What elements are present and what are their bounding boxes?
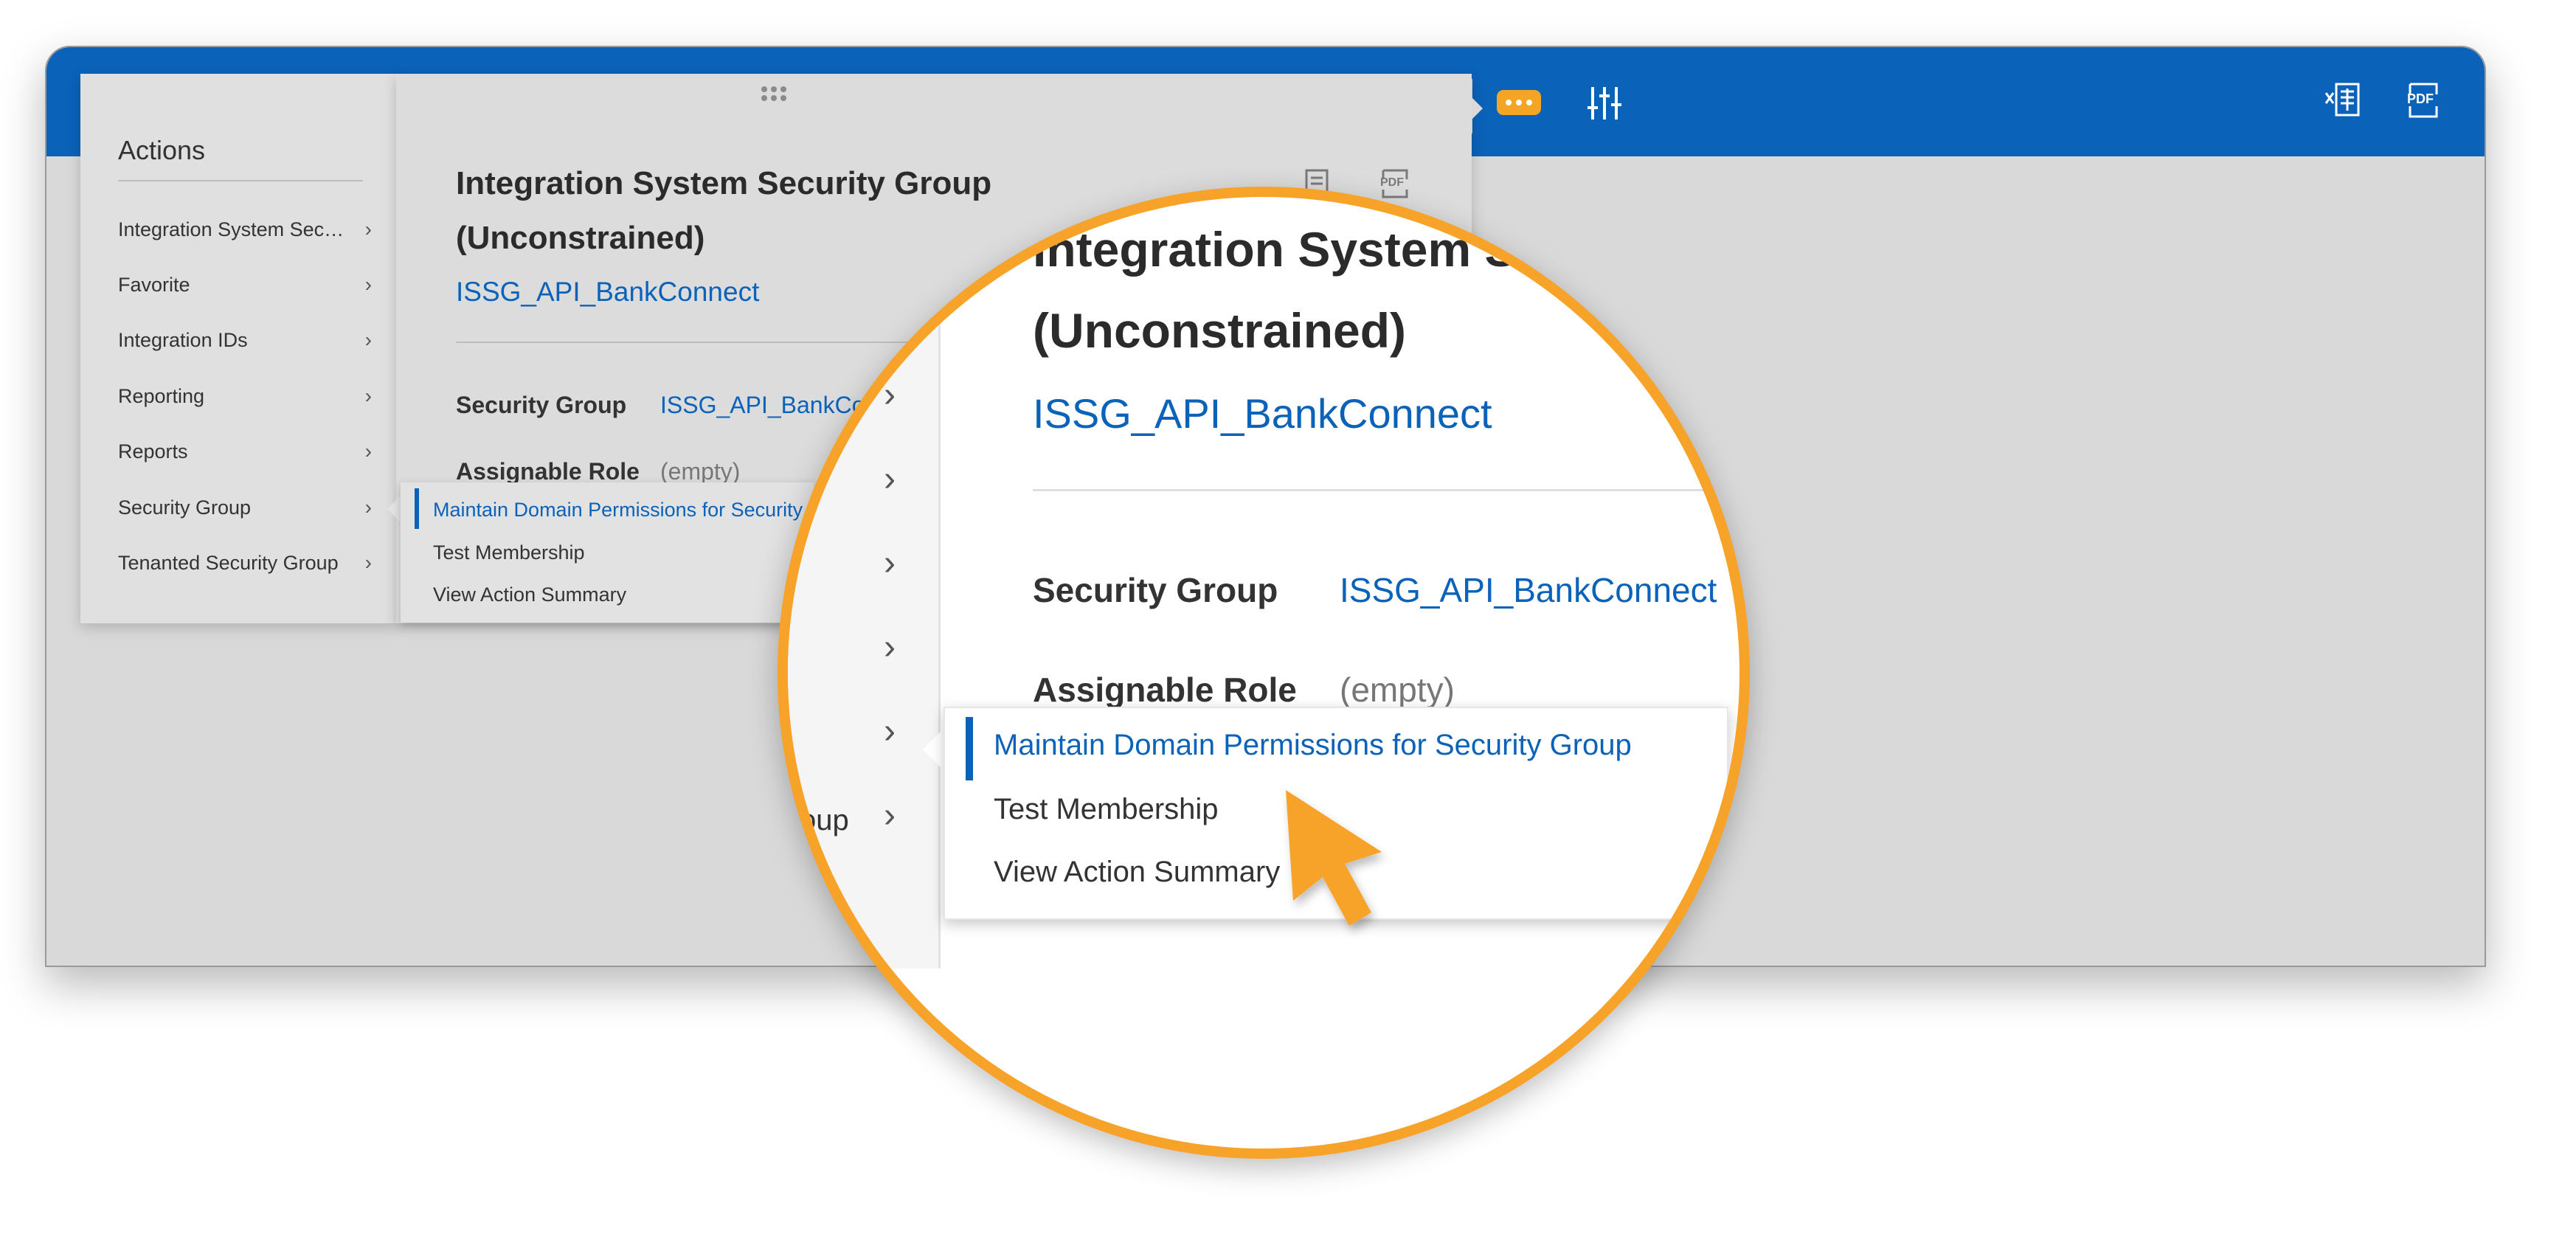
magnified-field-label-assignable-role: Assignable Role: [1033, 671, 1297, 709]
action-item-label: Reports: [118, 440, 188, 463]
pointer-cursor-icon: [1286, 790, 1382, 926]
more-options-button[interactable]: [1497, 90, 1541, 115]
chevron-right-icon: ›: [364, 551, 372, 574]
submenu-item-view-action-summary[interactable]: View Action Summary: [433, 583, 626, 606]
action-item-label: Favorite: [118, 274, 190, 296]
magnifier-callout: › › › › › › oup Integration System Se (U…: [778, 187, 1750, 1159]
export-pdf-icon[interactable]: PDF: [1377, 166, 1413, 201]
chevron-right-icon: ›: [884, 375, 896, 415]
magnified-submenu-item-maintain-domain-permissions: Maintain Domain Permissions for Security…: [994, 729, 1632, 761]
pdf-label: PDF: [1380, 176, 1404, 189]
field-label-assignable-role: Assignable Role: [456, 458, 640, 485]
action-item-security-group[interactable]: Security Group ›: [118, 489, 372, 526]
actions-title: Actions: [118, 135, 206, 165]
action-item-tenanted-security-group[interactable]: Tenanted Security Group ›: [118, 544, 372, 581]
action-item-label: Integration System Sec…: [118, 218, 344, 240]
chevron-right-icon: ›: [364, 440, 372, 463]
divider: [1033, 489, 1739, 491]
action-item-label: Tenanted Security Group: [118, 552, 339, 574]
magnified-security-group-link: ISSG_API_BankConnect: [1033, 390, 1492, 437]
chevron-right-icon: ›: [364, 218, 372, 240]
field-value-assignable-role: (empty): [660, 458, 741, 485]
submenu-item-test-membership[interactable]: Test Membership: [433, 541, 585, 564]
magnified-field-value-assignable-role: (empty): [1340, 671, 1455, 709]
chevron-right-icon: ›: [884, 796, 896, 835]
active-indicator: [966, 717, 973, 780]
magnified-label-fragment: oup: [800, 804, 849, 836]
security-group-submenu: Maintain Domain Permissions for Security…: [401, 482, 864, 623]
action-item-label: Integration IDs: [118, 329, 248, 351]
chevron-right-icon: ›: [364, 273, 372, 296]
submenu-pointer: [387, 494, 402, 524]
security-group-link[interactable]: ISSG_API_BankConnect: [456, 277, 759, 308]
chevron-right-icon: ›: [364, 328, 372, 351]
drag-handle-icon[interactable]: [761, 85, 791, 104]
export-pdf-icon[interactable]: PDF: [2403, 80, 2444, 121]
more-options-icon: [1506, 100, 1512, 105]
magnified-title-line2: (Unconstrained): [1033, 303, 1407, 358]
magnified-actions-column: › › › › › › oup: [788, 197, 941, 969]
action-item-reports[interactable]: Reports ›: [118, 433, 372, 470]
export-excel-icon[interactable]: [2323, 80, 2364, 121]
action-item-integration-system[interactable]: Integration System Sec… ›: [118, 211, 372, 248]
chevron-right-icon: ›: [884, 628, 896, 667]
magnified-field-value-security-group: ISSG_API_BankConnect: [1340, 571, 1717, 609]
submenu-pointer: [923, 727, 945, 772]
actions-panel: Actions Integration System Sec… › Favori…: [80, 74, 396, 623]
chevron-right-icon: ›: [884, 712, 896, 751]
chevron-right-icon: ›: [364, 384, 372, 407]
filter-sliders-icon[interactable]: [1584, 83, 1625, 124]
pdf-label: PDF: [2407, 91, 2434, 106]
magnified-submenu-item-view-action-summary: View Action Summary: [994, 856, 1281, 888]
chevron-right-icon: ›: [884, 544, 896, 583]
action-item-integration-ids[interactable]: Integration IDs ›: [118, 322, 372, 358]
magnified-title: Integration System Se (Unconstrained): [1033, 209, 1739, 371]
chevron-right-icon: ›: [364, 496, 372, 519]
action-item-label: Security Group: [118, 496, 252, 519]
magnified-submenu-item-test-membership: Test Membership: [994, 793, 1219, 825]
active-indicator: [415, 488, 419, 529]
divider: [118, 180, 363, 181]
action-item-favorite[interactable]: Favorite ›: [118, 266, 372, 303]
chevron-right-icon: ›: [884, 460, 896, 499]
action-item-label: Reporting: [118, 385, 205, 407]
magnified-title-line1: Integration System Se: [1033, 222, 1545, 277]
action-item-reporting[interactable]: Reporting ›: [118, 378, 372, 415]
field-label-security-group: Security Group: [456, 392, 627, 418]
magnified-field-label-security-group: Security Group: [1033, 571, 1278, 609]
